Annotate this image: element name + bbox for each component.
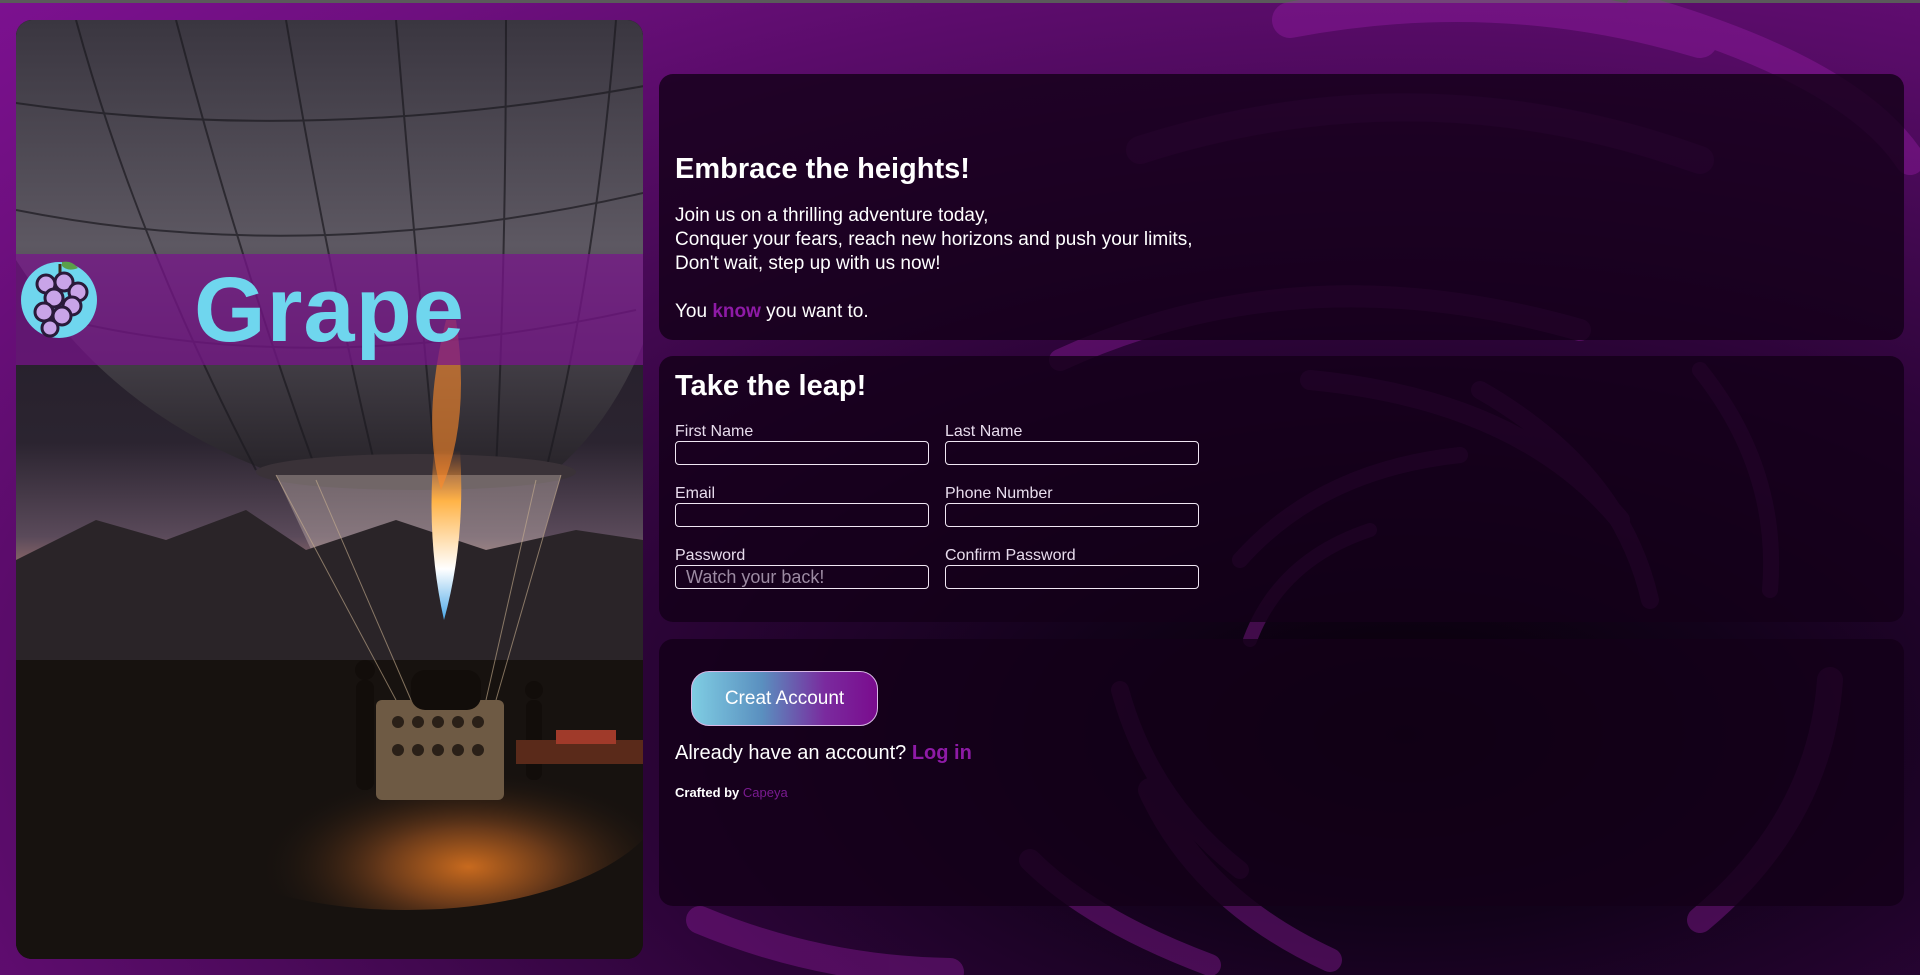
crafted-prefix: Crafted by (675, 785, 743, 800)
phone-label: Phone Number (945, 485, 1053, 502)
password-label: Password (675, 547, 746, 564)
intro-line-3: Don't wait, step up with us now! (675, 253, 941, 274)
login-link[interactable]: Log in (912, 742, 972, 764)
tagline-emphasis: know (712, 301, 761, 322)
first-name-field[interactable] (675, 441, 929, 465)
first-name-group: First Name (675, 423, 929, 465)
phone-group: Phone Number (945, 485, 1199, 527)
phone-field[interactable] (945, 503, 1199, 527)
brand-name: Grape (194, 258, 465, 361)
email-field[interactable] (675, 503, 929, 527)
confirm-password-label: Confirm Password (945, 547, 1076, 564)
signup-form-card: Take the leap! First Name Last Name Emai… (659, 356, 1904, 622)
action-card: Creat Account Already have an account? L… (659, 639, 1904, 906)
tagline-prefix: You (675, 301, 713, 322)
last-name-label: Last Name (945, 423, 1023, 440)
grape-icon (21, 261, 97, 338)
create-account-button[interactable]: Creat Account (691, 671, 878, 726)
confirm-password-field[interactable] (945, 565, 1199, 589)
password-field[interactable] (675, 565, 929, 589)
brand-banner: Grape (16, 254, 643, 365)
first-name-label: First Name (675, 423, 754, 440)
hot-air-balloon-illustration (16, 20, 643, 959)
login-prompt-text: Already have an account? (675, 742, 912, 764)
crafted-by: Crafted by Capeya (675, 785, 788, 800)
last-name-group: Last Name (945, 423, 1199, 465)
confirm-password-group: Confirm Password (945, 547, 1199, 589)
form-title: Take the leap! (675, 370, 867, 402)
password-group: Password (675, 547, 929, 589)
intro-card: Embrace the heights! Join us on a thrill… (659, 74, 1904, 340)
intro-text: Join us on a thrilling adventure today, … (675, 204, 1192, 324)
hero-photo: Grape (16, 20, 643, 959)
login-prompt: Already have an account? Log in (675, 742, 972, 765)
tagline-suffix: you want to. (760, 301, 869, 322)
intro-title: Embrace the heights! (675, 153, 970, 185)
intro-line-2: Conquer your fears, reach new horizons a… (675, 229, 1193, 250)
intro-spacer (675, 276, 1192, 300)
email-group: Email (675, 485, 929, 527)
author-link[interactable]: Capeya (743, 785, 788, 800)
last-name-field[interactable] (945, 441, 1199, 465)
email-label: Email (675, 485, 716, 502)
intro-line-1: Join us on a thrilling adventure today, (675, 205, 989, 226)
intro-tagline: You know you want to. (675, 300, 1192, 324)
